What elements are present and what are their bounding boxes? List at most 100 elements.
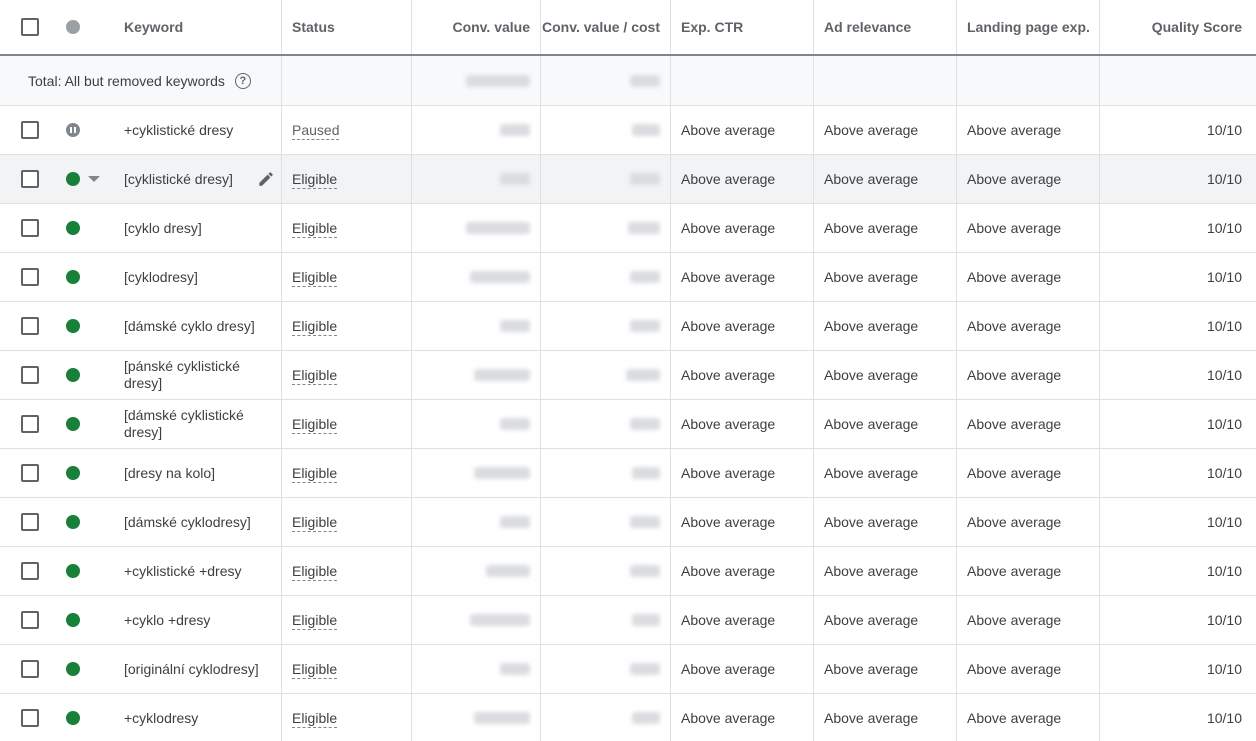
status-dot-icon[interactable]	[66, 711, 80, 725]
status-filter-icon[interactable]	[66, 20, 80, 34]
total-status-cell	[282, 56, 412, 105]
row-checkbox[interactable]	[21, 219, 39, 237]
redacted-value	[632, 614, 660, 626]
row-select-cell	[0, 302, 60, 350]
status-text[interactable]: Eligible	[292, 464, 338, 483]
keyword-cell[interactable]: [cyklodresy]	[112, 253, 282, 301]
status-dot-icon[interactable]	[66, 368, 80, 382]
row-select-cell	[0, 155, 60, 203]
select-all-checkbox[interactable]	[21, 18, 39, 36]
quality-score-column-header[interactable]: Quality Score	[1100, 0, 1256, 54]
row-checkbox[interactable]	[21, 170, 39, 188]
table-row[interactable]: [dresy na kolo] Eligible Above average A…	[0, 449, 1256, 498]
table-row[interactable]: [dámské cyklodresy] Eligible Above avera…	[0, 498, 1256, 547]
keyword-cell[interactable]: [dámské cyklodresy]	[112, 498, 282, 546]
exp-ctr-cell: Above average	[671, 302, 814, 350]
paused-status-icon[interactable]	[66, 123, 80, 137]
table-row[interactable]: [cyklo dresy] Eligible Above average Abo…	[0, 204, 1256, 253]
status-text[interactable]: Eligible	[292, 170, 338, 189]
row-checkbox[interactable]	[21, 415, 39, 433]
table-row[interactable]: [dámské cyklo dresy] Eligible Above aver…	[0, 302, 1256, 351]
ad-relevance-cell: Above average	[814, 498, 957, 546]
table-row[interactable]: [dámské cyklistické dresy] Eligible Abov…	[0, 400, 1256, 449]
help-icon[interactable]: ?	[234, 72, 251, 89]
row-checkbox[interactable]	[21, 660, 39, 678]
keyword-cell[interactable]: +cyklistické +dresy	[112, 547, 282, 595]
status-text[interactable]: Eligible	[292, 562, 338, 581]
keyword-cell[interactable]: +cyklodresy	[112, 694, 282, 741]
landing-page-column-header[interactable]: Landing page exp.	[957, 0, 1100, 54]
keyword-cell[interactable]: +cyklistické dresy	[112, 106, 282, 154]
conv-value-cost-cell	[541, 449, 671, 497]
status-dot-icon[interactable]	[66, 613, 80, 627]
status-text[interactable]: Eligible	[292, 268, 338, 287]
status-dot-icon[interactable]	[66, 662, 80, 676]
status-text[interactable]: Eligible	[292, 366, 338, 385]
row-checkbox[interactable]	[21, 464, 39, 482]
row-checkbox[interactable]	[21, 513, 39, 531]
keyword-cell[interactable]: [pánské cyklistické dresy]	[112, 351, 282, 399]
redacted-value	[630, 320, 660, 332]
status-dropdown-chevron-icon[interactable]	[88, 176, 100, 182]
conv-value-column-header[interactable]: Conv. value	[412, 0, 541, 54]
keyword-cell[interactable]: [dresy na kolo]	[112, 449, 282, 497]
status-dot-icon[interactable]	[66, 515, 80, 529]
row-checkbox[interactable]	[21, 562, 39, 580]
row-checkbox[interactable]	[21, 611, 39, 629]
status-dot-icon[interactable]	[66, 319, 80, 333]
keyword-text: [pánské cyklistické dresy]	[124, 358, 240, 391]
status-column-header[interactable]: Status	[282, 0, 412, 54]
conv-value-cost-cell	[541, 400, 671, 448]
keyword-cell[interactable]: [cyklo dresy]	[112, 204, 282, 252]
exp-ctr-column-header[interactable]: Exp. CTR	[671, 0, 814, 54]
keyword-column-header[interactable]: Keyword	[112, 0, 282, 54]
table-row[interactable]: +cyklo +dresy Eligible Above average Abo…	[0, 596, 1256, 645]
table-row[interactable]: [cyklodresy] Eligible Above average Abov…	[0, 253, 1256, 302]
redacted-value	[500, 173, 530, 185]
status-dot-icon[interactable]	[66, 564, 80, 578]
table-row[interactable]: +cyklistické dresy Paused Above average …	[0, 106, 1256, 155]
keyword-cell[interactable]: [dámské cyklistické dresy]	[112, 400, 282, 448]
status-dot-icon[interactable]	[66, 221, 80, 235]
row-checkbox[interactable]	[21, 366, 39, 384]
status-dot-icon[interactable]	[66, 270, 80, 284]
keyword-text: +cyklistické dresy	[124, 121, 234, 138]
keyword-cell[interactable]: +cyklo +dresy	[112, 596, 282, 644]
keyword-cell[interactable]: [cyklistické dresy]	[112, 155, 282, 203]
row-status-cell	[60, 400, 112, 448]
ad-relevance-cell: Above average	[814, 253, 957, 301]
keyword-cell[interactable]: [dámské cyklo dresy]	[112, 302, 282, 350]
status-text[interactable]: Eligible	[292, 709, 338, 728]
status-text[interactable]: Eligible	[292, 317, 338, 336]
table-row[interactable]: [pánské cyklistické dresy] Eligible Abov…	[0, 351, 1256, 400]
conv-value-cost-column-header[interactable]: Conv. value / cost	[541, 0, 671, 54]
status-cell: Eligible	[282, 351, 412, 399]
status-text[interactable]: Eligible	[292, 513, 338, 532]
row-checkbox[interactable]	[21, 121, 39, 139]
status-text[interactable]: Eligible	[292, 660, 338, 679]
table-row[interactable]: [originální cyklodresy] Eligible Above a…	[0, 645, 1256, 694]
row-checkbox[interactable]	[21, 317, 39, 335]
status-text[interactable]: Eligible	[292, 611, 338, 630]
table-row[interactable]: +cyklodresy Eligible Above average Above…	[0, 694, 1256, 741]
table-row[interactable]: +cyklistické +dresy Eligible Above avera…	[0, 547, 1256, 596]
keyword-cell[interactable]: [originální cyklodresy]	[112, 645, 282, 693]
ad-relevance-cell: Above average	[814, 400, 957, 448]
edit-pencil-icon[interactable]	[257, 170, 275, 188]
status-text[interactable]: Eligible	[292, 219, 338, 238]
keyword-text: +cyklodresy	[124, 709, 199, 726]
ad-relevance-cell: Above average	[814, 204, 957, 252]
row-checkbox[interactable]	[21, 709, 39, 727]
landing-page-cell: Above average	[957, 155, 1100, 203]
status-dot-icon[interactable]	[66, 466, 80, 480]
status-text[interactable]: Eligible	[292, 415, 338, 434]
total-ctr-cell	[671, 56, 814, 105]
redacted-value	[630, 516, 660, 528]
row-checkbox[interactable]	[21, 268, 39, 286]
status-dot-icon[interactable]	[66, 417, 80, 431]
status-dot-icon[interactable]	[66, 172, 80, 186]
landing-page-cell: Above average	[957, 106, 1100, 154]
table-row[interactable]: [cyklistické dresy] Eligible Above avera…	[0, 155, 1256, 204]
ad-relevance-column-header[interactable]: Ad relevance	[814, 0, 957, 54]
status-text[interactable]: Paused	[292, 121, 340, 140]
